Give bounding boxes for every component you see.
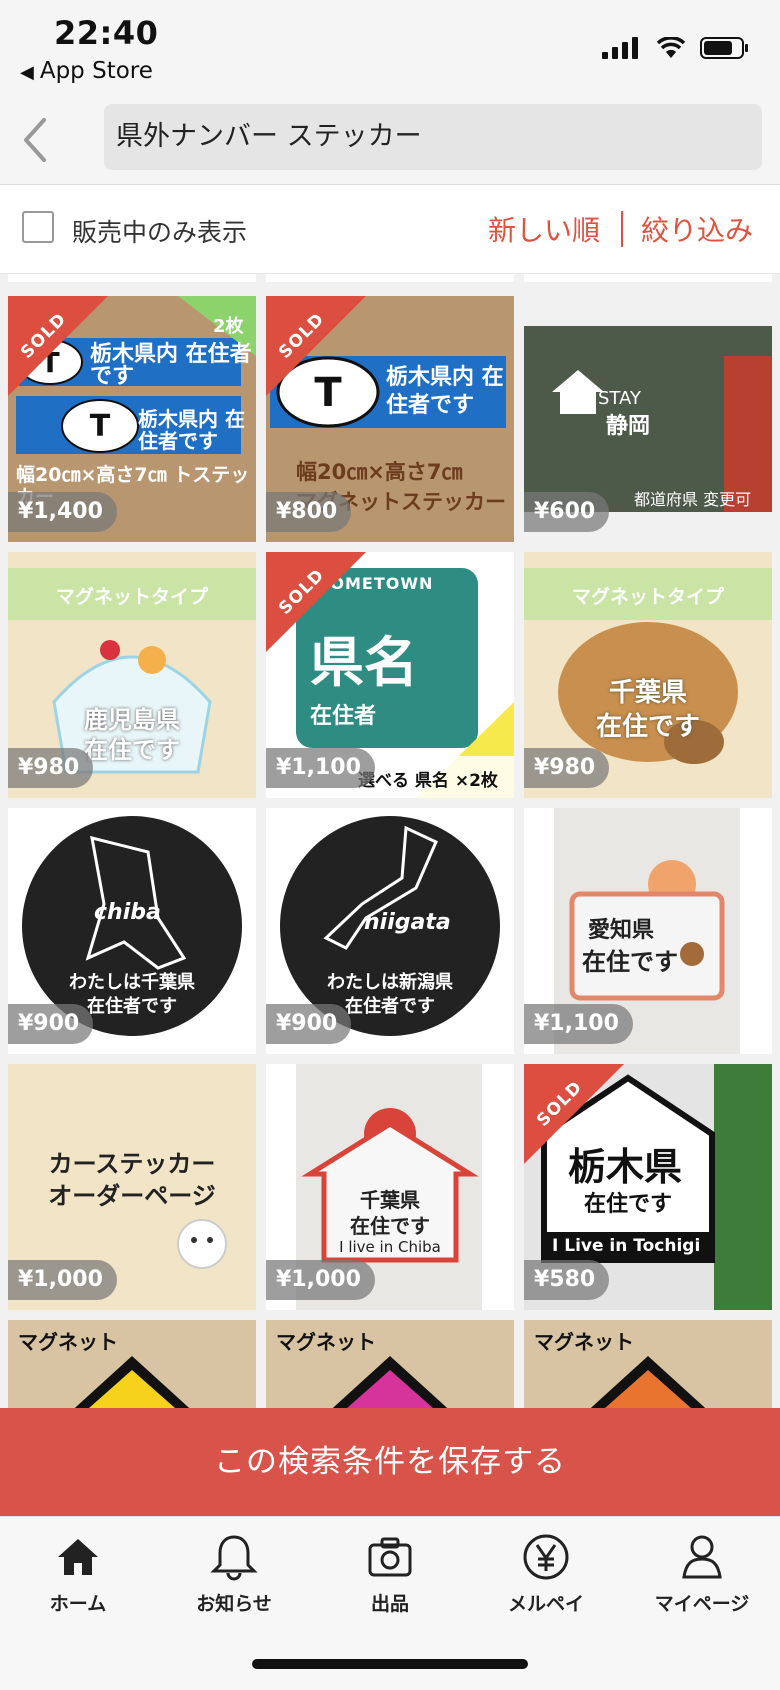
tab-label: ホーム — [49, 1593, 107, 1615]
item-price: ¥800 — [266, 492, 352, 532]
item-card[interactable]: マグネットタイプ 鹿児島県 在住です ¥980 — [8, 552, 256, 798]
on-sale-only-checkbox[interactable] — [22, 211, 54, 243]
item-card[interactable]: マグネット — [266, 1320, 514, 1408]
tab-label: マイページ — [654, 1593, 750, 1615]
item-image-text: chiba — [94, 900, 161, 925]
item-image-text: 在住です — [582, 948, 678, 976]
on-sale-only-label[interactable]: 販売中のみ表示 — [72, 213, 247, 249]
prev-row-remnant — [524, 274, 772, 282]
item-image-text: I Live in Tochigi — [552, 1236, 701, 1256]
item-image-text: 栃木県内 在住者です — [90, 342, 252, 389]
back-triangle-icon: ◀ — [20, 62, 34, 83]
item-price: ¥600 — [524, 492, 610, 532]
item-price: ¥900 — [266, 1004, 352, 1044]
yen-icon — [523, 1534, 569, 1580]
item-image-text: マグネット — [534, 1330, 634, 1354]
status-time: 22:40 — [54, 14, 159, 52]
item-grid: T T 栃木県内 在住者です 栃木県内 在住者です 幅20㎝×高さ7㎝ トステッ… — [0, 274, 780, 1408]
prev-row-remnant — [8, 274, 256, 282]
tab-sell[interactable]: 出品 — [312, 1531, 468, 1631]
sort-newest-button[interactable]: 新しい順 — [488, 209, 600, 249]
item-image-text: 栃木県内 在住者です — [386, 365, 504, 418]
item-price: ¥1,100 — [266, 748, 375, 788]
item-image-text: オーダーページ — [48, 1182, 216, 1210]
refine-filter-button[interactable]: 絞り込み — [641, 209, 753, 249]
item-image-text: 幅20㎝×高さ7㎝ — [296, 460, 463, 484]
item-badge: 2枚 — [213, 316, 244, 337]
item-price: ¥1,000 — [266, 1260, 375, 1300]
tab-merpay[interactable]: メルペイ — [468, 1531, 624, 1631]
camera-icon — [368, 1537, 412, 1577]
item-image-text: niigata — [364, 910, 451, 935]
item-image-text: 在住です — [595, 712, 700, 742]
item-image-text: カーステッカー — [48, 1150, 216, 1178]
signal-icon — [602, 37, 638, 59]
item-image-text: マグネット — [18, 1330, 118, 1354]
item-image-text: 千葉県 — [608, 678, 687, 708]
item-price: ¥900 — [8, 1004, 94, 1044]
item-card[interactable]: 栃木県 在住です I Live in Tochigi SOLD ¥580 — [524, 1064, 772, 1310]
sort-divider — [621, 211, 623, 247]
item-price: ¥980 — [524, 748, 610, 788]
search-header: 県外ナンバー ステッカー — [0, 96, 780, 185]
item-card[interactable]: STAY 静岡 都道府県 変更可 ¥600 — [524, 296, 772, 542]
item-image-text: マグネットタイプ — [571, 586, 724, 608]
filter-row: 販売中のみ表示 新しい順 絞り込み — [0, 185, 780, 274]
item-card[interactable]: T T 栃木県内 在住者です 栃木県内 在住者です 幅20㎝×高さ7㎝ トステッ… — [8, 296, 256, 542]
tab-notifications[interactable]: お知らせ — [156, 1531, 312, 1631]
item-price: ¥580 — [524, 1260, 610, 1300]
item-price: ¥980 — [8, 748, 94, 788]
tab-label: 出品 — [370, 1593, 409, 1615]
svg-text:T: T — [90, 409, 111, 444]
home-indicator — [252, 1659, 528, 1669]
item-price: ¥1,100 — [524, 1004, 633, 1044]
item-image-text: 在住です — [584, 1192, 673, 1217]
back-chevron-icon[interactable] — [14, 114, 58, 166]
item-image-text: マグネット — [276, 1330, 376, 1354]
search-input[interactable]: 県外ナンバー ステッカー — [104, 104, 762, 170]
item-image-text: 都道府県 変更可 — [634, 490, 752, 509]
item-image-text: 在住です — [350, 1214, 430, 1238]
item-card[interactable]: T 栃木県内 在住者です 幅20㎝×高さ7㎝ マグネットステッカー SOLD ¥… — [266, 296, 514, 542]
item-card[interactable]: niigata わたしは新潟県 在住者です ¥900 — [266, 808, 514, 1054]
item-card[interactable]: 千葉県 在住です I live in Chiba ¥1,000 — [266, 1064, 514, 1310]
item-price: ¥1,000 — [8, 1260, 117, 1300]
tab-mypage[interactable]: マイページ — [624, 1531, 780, 1631]
back-app-label: App Store — [39, 58, 153, 84]
wifi-icon — [656, 37, 686, 58]
battery-icon — [700, 37, 748, 59]
save-search-button[interactable]: この検索条件を保存する — [0, 1408, 780, 1516]
item-image-text: 静岡 — [606, 414, 651, 439]
tab-label: メルペイ — [507, 1593, 584, 1615]
item-card[interactable]: 愛知県 在住です ¥1,100 — [524, 808, 772, 1054]
item-card[interactable]: マグネット — [8, 1320, 256, 1408]
item-image-text: 選べる 県名 ×2枚 — [358, 771, 498, 791]
item-card[interactable]: HOMETOWN 県名 在住者 選べる 県名 ×2枚 SOLD ¥1,100 — [266, 552, 514, 798]
item-image-text: 千葉県 — [360, 1188, 420, 1212]
item-image-text: 愛知県 — [588, 918, 655, 943]
bell-icon — [210, 1535, 258, 1581]
item-image-text: マグネットタイプ — [55, 586, 208, 608]
item-card[interactable]: マグネット — [524, 1320, 772, 1408]
item-card[interactable]: chiba わたしは千葉県 在住者です ¥900 — [8, 808, 256, 1054]
person-icon — [682, 1535, 722, 1579]
item-image-text: 栃木県内 在住者です — [138, 407, 245, 453]
tab-label: お知らせ — [196, 1593, 272, 1615]
item-card[interactable]: マグネットタイプ 千葉県 在住です ¥980 — [524, 552, 772, 798]
home-icon — [58, 1539, 98, 1575]
item-price: ¥1,400 — [8, 492, 117, 532]
item-card[interactable]: カーステッカー オーダーページ ¥1,000 — [8, 1064, 256, 1310]
status-bar: 22:40 ◀ App Store — [0, 0, 780, 96]
item-image-text: わたしは千葉県 — [69, 972, 195, 993]
item-image-text: 在住者 — [310, 704, 377, 729]
item-image-text: STAY — [598, 388, 641, 409]
item-image-text: わたしは新潟県 — [327, 972, 453, 993]
prev-row-remnant — [266, 274, 514, 282]
status-icons — [602, 36, 750, 60]
back-to-app-store[interactable]: ◀ App Store — [20, 58, 153, 84]
tab-home[interactable]: ホーム — [0, 1531, 156, 1631]
item-image-text: I live in Chiba — [339, 1238, 441, 1256]
